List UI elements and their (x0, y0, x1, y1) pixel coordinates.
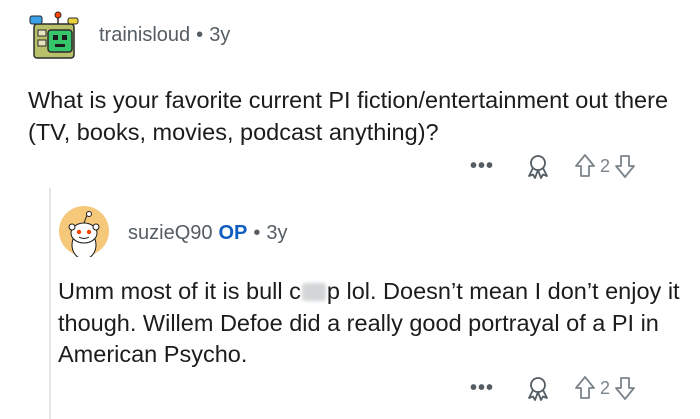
separator-dot: • (253, 222, 261, 244)
comment-actions: ••• 2 (462, 368, 636, 408)
vote-score: 2 (600, 377, 611, 398)
downvote-arrow-icon[interactable] (614, 375, 636, 401)
avatar[interactable] (28, 10, 84, 62)
more-options-button[interactable]: ••• (462, 155, 502, 178)
comment-actions: ••• 2 (462, 146, 636, 186)
avatar[interactable] (58, 205, 110, 257)
downvote-arrow-icon[interactable] (614, 153, 636, 179)
vote-score: 2 (600, 155, 611, 176)
comment-body: What is your favorite current PI fiction… (28, 87, 669, 145)
comment-age: 3y (209, 24, 231, 46)
more-options-button[interactable]: ••• (462, 377, 502, 400)
censor-blur (301, 283, 326, 301)
comment-header: suzieQ90 OP • 3y (128, 222, 288, 245)
upvote-arrow-icon[interactable] (574, 153, 596, 179)
op-badge: OP (218, 222, 248, 244)
thread-line[interactable] (49, 188, 51, 419)
comment-text-start: Umm most of it is bull c (58, 278, 301, 304)
robot-snoo-avatar-icon (29, 11, 79, 59)
comment-body: Umm most of it is bull cp lol. Doesn’t m… (58, 276, 688, 371)
award-icon[interactable] (524, 374, 552, 402)
username-link[interactable]: suzieQ90 (128, 222, 213, 244)
comment-header: trainisloud • 3y (99, 24, 230, 47)
username-link[interactable]: trainisloud (99, 24, 190, 46)
default-snoo-avatar-icon (59, 206, 109, 257)
separator-dot: • (196, 24, 204, 46)
comment-age: 3y (266, 222, 288, 244)
upvote-arrow-icon[interactable] (574, 375, 596, 401)
award-icon[interactable] (524, 152, 552, 180)
